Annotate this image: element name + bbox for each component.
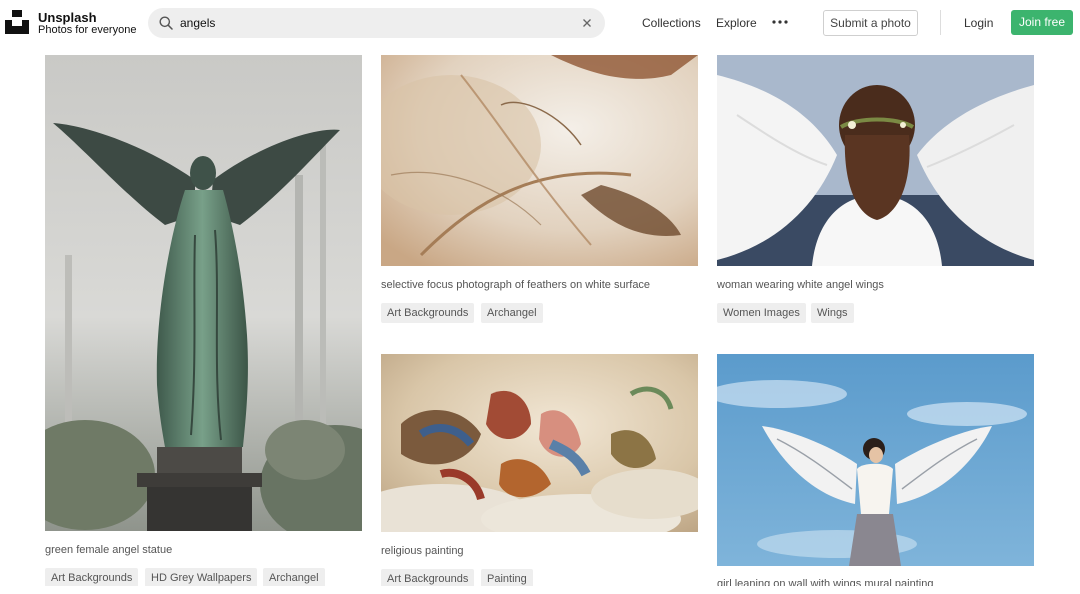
photo-caption: religious painting xyxy=(381,545,464,557)
login-link[interactable]: Login xyxy=(964,16,993,30)
header-divider xyxy=(940,10,941,35)
search-bar[interactable] xyxy=(148,8,605,38)
unsplash-logo-icon[interactable] xyxy=(5,10,29,34)
tag-archangel[interactable]: Archangel xyxy=(481,303,543,323)
nav-collections[interactable]: Collections xyxy=(642,16,701,30)
brand-name[interactable]: Unsplash xyxy=(38,10,97,25)
submit-photo-button[interactable]: Submit a photo xyxy=(823,10,918,36)
photo-feathers[interactable] xyxy=(381,55,698,266)
photo-caption: green female angel statue xyxy=(45,544,173,556)
viewport-bottom-edge xyxy=(0,586,1080,594)
tag-art-backgrounds[interactable]: Art Backgrounds xyxy=(45,568,139,588)
join-free-button[interactable]: Join free xyxy=(1011,10,1073,35)
photo-woman-angel-wings[interactable] xyxy=(717,55,1034,266)
photo-girl-wings-mural[interactable] xyxy=(717,354,1034,566)
nav-explore[interactable]: Explore xyxy=(716,16,757,30)
photo-caption: selective focus photograph of feathers o… xyxy=(381,279,651,291)
top-header: Unsplash Photos for everyone Collections… xyxy=(0,0,1080,46)
brand-tagline: Photos for everyone xyxy=(38,24,137,36)
photo-caption: woman wearing white angel wings xyxy=(717,279,884,291)
tag-archangel[interactable]: Archangel xyxy=(263,568,325,588)
search-input[interactable] xyxy=(180,8,570,38)
photo-religious-painting[interactable] xyxy=(381,354,698,532)
photo-angel-statue[interactable] xyxy=(45,55,362,531)
tag-art-backgrounds[interactable]: Art Backgrounds xyxy=(381,303,475,323)
more-dots-icon[interactable] xyxy=(772,20,788,24)
clear-search-icon[interactable] xyxy=(582,18,592,28)
tag-hd-grey-wallpapers[interactable]: HD Grey Wallpapers xyxy=(145,568,258,588)
search-icon[interactable] xyxy=(159,16,173,30)
tag-wings[interactable]: Wings xyxy=(811,303,854,323)
tag-women-images[interactable]: Women Images xyxy=(717,303,806,323)
